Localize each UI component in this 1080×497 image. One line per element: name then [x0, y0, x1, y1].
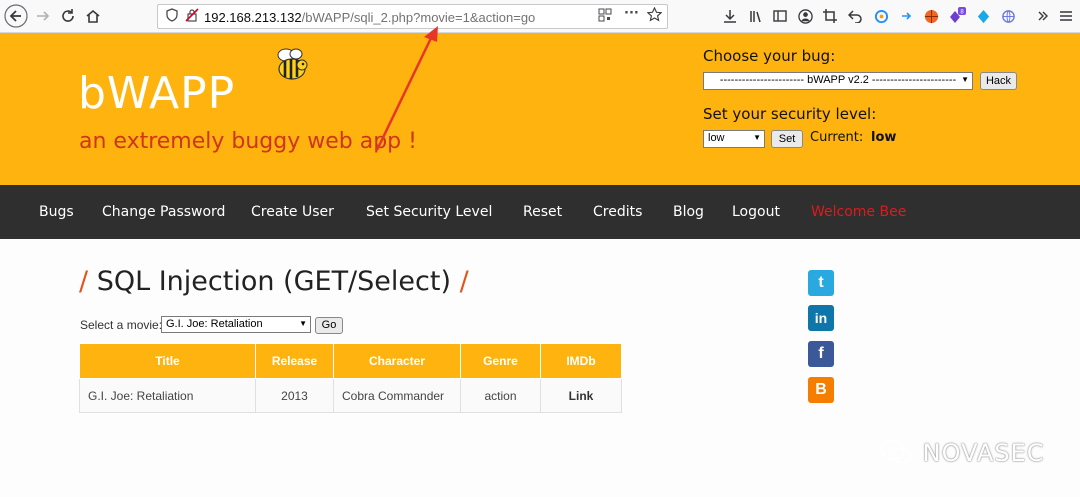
- watermark-text: NOVASEC: [922, 439, 1045, 467]
- wechat-icon: [881, 440, 912, 463]
- annotation-arrow: [375, 26, 438, 151]
- watermark: NOVASEC: [880, 439, 1045, 467]
